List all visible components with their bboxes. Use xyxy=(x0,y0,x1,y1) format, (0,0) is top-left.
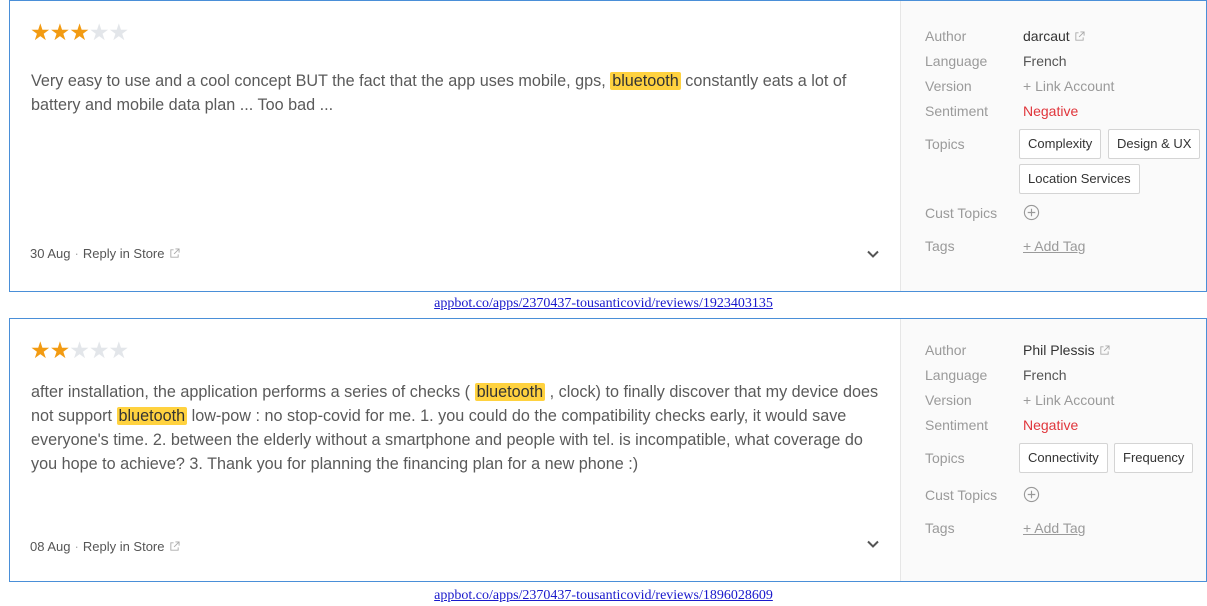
review-date: 30 Aug xyxy=(30,246,71,261)
star-icon: ★ xyxy=(88,337,110,363)
chevron-down-icon[interactable] xyxy=(866,247,880,261)
star-icon: ★ xyxy=(108,19,130,45)
sentiment-value: Negative xyxy=(1023,103,1079,119)
plus-circle-icon[interactable] xyxy=(1023,204,1040,221)
star-icon: ★ xyxy=(49,19,71,45)
language-value: French xyxy=(1023,53,1067,69)
review-text: Very easy to use and a cool concept BUT … xyxy=(31,69,891,117)
meta-label: Cust Topics xyxy=(925,487,998,503)
author-link[interactable]: darcaut xyxy=(1023,27,1085,45)
review-text-segment: after installation, the application perf… xyxy=(31,383,475,401)
reply-label: Reply in Store xyxy=(82,246,165,261)
star-icon: ★ xyxy=(88,19,110,45)
topic-chip[interactable]: Connectivity xyxy=(1019,443,1108,473)
star-icon: ★ xyxy=(30,337,51,363)
star-icon: ★ xyxy=(69,337,90,363)
external-link-icon xyxy=(1099,345,1110,355)
meta-label: Cust Topics xyxy=(925,205,998,221)
meta-label: Language xyxy=(925,53,988,69)
meta-label: Version xyxy=(925,78,972,94)
meta-label: Sentiment xyxy=(925,417,989,433)
author-name: darcaut xyxy=(1023,28,1070,44)
keyword-highlight: bluetooth xyxy=(610,72,681,90)
meta-label: Topics xyxy=(925,450,965,466)
star-icon: ★ xyxy=(49,337,71,363)
review-body: ★★★★★ Very easy to use and a cool concep… xyxy=(10,1,900,291)
review-card: ★★★★★ Very easy to use and a cool concep… xyxy=(9,0,1207,292)
reply-in-store-link[interactable]: Reply in Store xyxy=(83,539,180,554)
meta-label: Sentiment xyxy=(925,103,989,119)
star-rating: ★★★★★ xyxy=(30,19,130,45)
review-url-caption[interactable]: appbot.co/apps/2370437-tousanticovid/rev… xyxy=(0,296,1207,312)
review-card: ★★★★★ after installation, the applicatio… xyxy=(9,318,1207,582)
add-tag-link[interactable]: + Add Tag xyxy=(1023,237,1085,255)
topic-chip[interactable]: Complexity xyxy=(1019,129,1102,159)
external-link-icon xyxy=(1075,31,1085,41)
meta-label: Tags xyxy=(925,520,955,536)
topic-chip[interactable]: Frequency xyxy=(1114,443,1194,473)
meta-label: Author xyxy=(925,342,967,358)
chevron-down-icon[interactable] xyxy=(866,537,880,551)
review-body: ★★★★★ after installation, the applicatio… xyxy=(10,319,900,581)
plus-circle-icon[interactable] xyxy=(1023,486,1040,503)
keyword-highlight: bluetooth xyxy=(116,407,188,425)
star-rating: ★★★★★ xyxy=(30,337,130,363)
meta-label: Language xyxy=(925,367,988,383)
review-meta-panel: Author darcaut Language French Version +… xyxy=(900,1,1206,291)
star-icon: ★ xyxy=(30,19,51,45)
author-link[interactable]: Phil Plessis xyxy=(1023,341,1110,359)
review-date: 08 Aug xyxy=(30,539,71,554)
keyword-highlight: bluetooth xyxy=(474,383,546,401)
star-icon: ★ xyxy=(69,19,90,45)
review-meta-panel: Author Phil Plessis Language French Vers… xyxy=(900,319,1206,581)
add-tag-link[interactable]: + Add Tag xyxy=(1023,519,1085,537)
separator: · xyxy=(74,246,79,261)
language-value: French xyxy=(1023,367,1067,383)
reply-label: Reply in Store xyxy=(82,539,165,554)
author-name: Phil Plessis xyxy=(1023,342,1095,358)
sentiment-value: Negative xyxy=(1023,417,1079,433)
review-text-segment: Very easy to use and a cool concept BUT … xyxy=(31,72,611,90)
link-account-link[interactable]: + Link Account xyxy=(1023,77,1114,95)
topic-chip[interactable]: Location Services xyxy=(1019,164,1140,194)
meta-label: Tags xyxy=(925,238,955,254)
meta-label: Author xyxy=(925,28,967,44)
external-link-icon xyxy=(169,248,180,258)
separator: · xyxy=(74,539,79,554)
star-icon: ★ xyxy=(108,337,130,363)
external-link-icon xyxy=(169,541,180,551)
review-footer: 30 Aug · Reply in Store xyxy=(30,246,180,261)
link-account-link[interactable]: + Link Account xyxy=(1023,391,1114,409)
meta-label: Version xyxy=(925,392,972,408)
review-url-caption[interactable]: appbot.co/apps/2370437-tousanticovid/rev… xyxy=(0,588,1207,604)
meta-label: Topics xyxy=(925,136,965,152)
reply-in-store-link[interactable]: Reply in Store xyxy=(83,246,180,261)
review-text: after installation, the application perf… xyxy=(31,380,891,476)
topic-chip[interactable]: Design & UX xyxy=(1108,129,1201,159)
review-footer: 08 Aug · Reply in Store xyxy=(30,539,180,554)
